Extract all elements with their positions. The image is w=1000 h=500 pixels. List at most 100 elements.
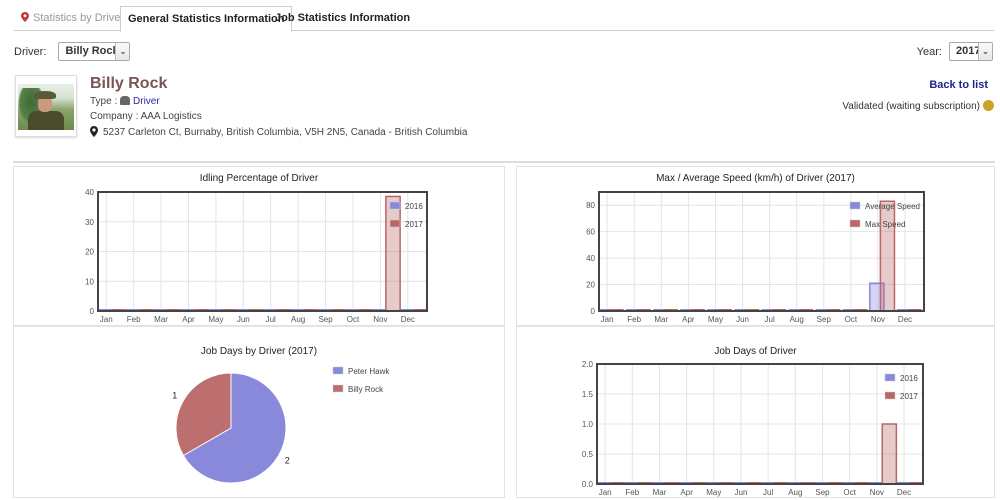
idling-chart: 0 10 20 30 40 Jan Feb Mar Apr May Jun Jul Aug Sep Oct N… bbox=[85, 188, 428, 324]
x-tick-label: Mar bbox=[154, 315, 168, 324]
x-tick-label: Jun bbox=[237, 315, 250, 324]
driver-select-value: Billy Rock bbox=[65, 45, 119, 57]
x-tick-label: Aug bbox=[291, 315, 305, 324]
legend-swatch bbox=[332, 366, 344, 375]
company-label: Company : bbox=[90, 111, 139, 122]
x-tick-label: Nov bbox=[373, 315, 387, 324]
tab-job-statistics[interactable]: Job Statistics Information bbox=[268, 6, 417, 31]
tab-label: General Statistics Information bbox=[128, 13, 285, 25]
bar-2017 bbox=[881, 423, 898, 485]
driver-type-icon bbox=[120, 96, 131, 105]
x-tick-label: Dec bbox=[898, 315, 912, 324]
legend-swatch bbox=[884, 373, 896, 382]
avatar bbox=[15, 75, 77, 137]
x-tick-label: Oct bbox=[347, 315, 360, 324]
breadcrumb-statistics-by-driver[interactable]: Statistics by Driver bbox=[14, 6, 131, 31]
legend-label: Max Speed bbox=[865, 220, 905, 229]
driver-name: Billy Rock bbox=[90, 75, 168, 92]
tab-general-statistics[interactable]: General Statistics Information bbox=[120, 6, 293, 32]
legend-swatch bbox=[389, 219, 401, 228]
x-tick-label: Mar bbox=[654, 315, 668, 324]
y-tick-label: 2.0 bbox=[582, 360, 594, 369]
job-days-chart: 0.0 0.5 1.0 1.5 2.0 Jan Feb Mar Apr May Jun Jul Aug S… bbox=[582, 360, 924, 497]
location-pin-icon bbox=[90, 126, 98, 137]
section-divider bbox=[13, 161, 995, 163]
type-label: Type : bbox=[90, 96, 118, 107]
address-text: 5237 Carleton Ct, Burnaby, British Colum… bbox=[103, 127, 468, 138]
x-tick-label: Aug bbox=[788, 488, 802, 497]
x-tick-label: Jul bbox=[763, 488, 773, 497]
speed-chart-card: Max / Average Speed (km/h) of Driver (20… bbox=[516, 166, 995, 326]
speed-chart: 0 20 40 60 80 Jan Feb Mar Apr May Jun Jul Aug Sep Oct N… bbox=[586, 191, 925, 324]
year-label: Year: bbox=[916, 45, 942, 58]
y-tick-label: 80 bbox=[586, 201, 595, 210]
y-tick-label: 30 bbox=[85, 218, 94, 227]
x-tick-label: Nov bbox=[870, 488, 884, 497]
legend-label: 2017 bbox=[900, 392, 918, 401]
year-select[interactable]: 2017 ⌄ bbox=[949, 42, 993, 61]
x-tick-label: Jun bbox=[735, 488, 748, 497]
x-tick-label: Oct bbox=[845, 315, 858, 324]
y-tick-label: 20 bbox=[586, 281, 595, 290]
y-tick-label: 1.0 bbox=[582, 420, 594, 429]
x-tick-label: Jun bbox=[736, 315, 749, 324]
x-tick-label: Feb bbox=[627, 315, 641, 324]
driver-label: Driver: bbox=[14, 45, 47, 58]
legend-swatch bbox=[849, 219, 861, 228]
map-pin-icon bbox=[21, 12, 29, 22]
legend-swatch bbox=[332, 384, 344, 393]
x-tick-label: Apr bbox=[182, 315, 195, 324]
back-to-list-link[interactable]: Back to list bbox=[929, 79, 988, 91]
x-tick-label: Sep bbox=[817, 315, 832, 324]
y-tick-label: 10 bbox=[85, 277, 94, 286]
x-tick-label: May bbox=[708, 315, 723, 324]
tab-label: Job Statistics Information bbox=[275, 12, 411, 24]
idling-chart-card: Idling Percentage of Driver 0 10 20 30 40 Jan… bbox=[13, 166, 505, 326]
legend-label: Peter Hawk bbox=[348, 367, 390, 376]
legend-swatch bbox=[884, 391, 896, 400]
legend-swatch bbox=[389, 201, 401, 210]
y-tick-label: 60 bbox=[586, 228, 595, 237]
bar-max-speed bbox=[879, 200, 896, 312]
job-days-chart-card: Job Days of Driver 0.0 0.5 1.0 1.5 2.0 Jan Feb… bbox=[516, 326, 995, 498]
legend-label: 2016 bbox=[405, 202, 423, 211]
x-tick-label: Jan bbox=[601, 315, 614, 324]
x-tick-label: Feb bbox=[127, 315, 141, 324]
x-tick-label: Jan bbox=[599, 488, 612, 497]
driver-type-link[interactable]: Driver bbox=[133, 96, 160, 107]
driver-select[interactable]: Billy Rock ⌄ bbox=[58, 42, 131, 61]
driver-filter: Driver: Billy Rock ⌄ bbox=[14, 42, 131, 61]
x-tick-label: Aug bbox=[790, 315, 804, 324]
x-tick-label: May bbox=[208, 315, 223, 324]
chevron-down-icon: ⌄ bbox=[978, 43, 992, 60]
x-tick-label: Oct bbox=[843, 488, 856, 497]
x-tick-label: Jan bbox=[100, 315, 113, 324]
company-value: AAA Logistics bbox=[140, 111, 202, 122]
y-tick-label: 40 bbox=[586, 254, 595, 263]
legend-label: Average Speed bbox=[865, 202, 920, 211]
y-tick-label: 0 bbox=[591, 307, 596, 316]
driver-photo bbox=[18, 84, 74, 130]
year-filter: Year: 2017 ⌄ bbox=[917, 42, 993, 61]
legend-label: 2017 bbox=[405, 220, 423, 229]
y-tick-label: 0.5 bbox=[582, 450, 594, 459]
status-badge: Validated (waiting subscription) bbox=[842, 100, 994, 112]
x-tick-label: Sep bbox=[815, 488, 830, 497]
x-tick-label: Feb bbox=[625, 488, 639, 497]
x-tick-label: Dec bbox=[897, 488, 911, 497]
y-tick-label: 0 bbox=[90, 307, 95, 316]
legend-label: 2016 bbox=[900, 374, 918, 383]
driver-company: Company : AAA Logistics bbox=[90, 111, 202, 122]
x-tick-label: Apr bbox=[682, 315, 695, 324]
job-days-pie-card: Job Days by Driver (2017) 2 1 Peter Hawk Bi… bbox=[13, 326, 505, 498]
x-tick-label: Nov bbox=[871, 315, 885, 324]
year-select-value: 2017 bbox=[956, 45, 981, 57]
status-text: Validated (waiting subscription) bbox=[842, 101, 980, 112]
driver-type: Type : Driver bbox=[90, 96, 160, 107]
legend-label: Billy Rock bbox=[348, 385, 384, 394]
job-days-pie-chart: 2 1 Peter Hawk Billy Rock bbox=[172, 366, 390, 484]
y-tick-label: 20 bbox=[85, 248, 94, 257]
x-tick-label: Apr bbox=[680, 488, 693, 497]
y-tick-label: 1.5 bbox=[582, 390, 594, 399]
x-tick-label: Dec bbox=[401, 315, 415, 324]
